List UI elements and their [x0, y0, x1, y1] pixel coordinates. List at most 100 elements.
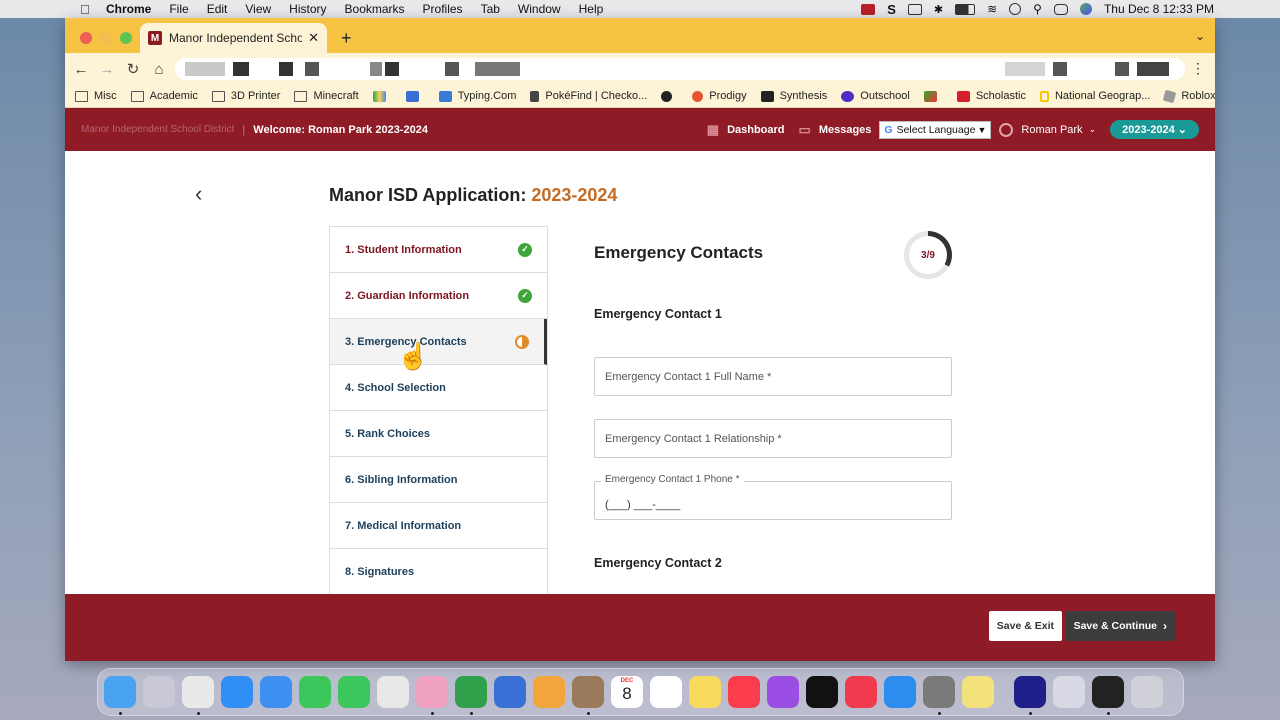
menu-history[interactable]: History	[289, 2, 326, 16]
contacts-icon[interactable]	[572, 676, 604, 708]
bookmark-prodigy[interactable]: Prodigy	[692, 90, 747, 102]
safari-icon[interactable]	[221, 676, 253, 708]
webex-icon[interactable]	[1014, 676, 1046, 708]
back-chevron-icon[interactable]: ‹	[195, 181, 202, 207]
bookmark-scholastic[interactable]: Scholastic	[956, 90, 1026, 102]
dashboard-link[interactable]: ▦ Dashboard	[707, 122, 785, 138]
bookmark-synthesis[interactable]: Synthesis	[760, 90, 827, 102]
bookmark-3d-printer[interactable]: 3D Printer	[211, 90, 280, 102]
wifi-icon[interactable]: ≋	[987, 2, 997, 16]
user-icon[interactable]	[1009, 3, 1022, 15]
bookmark-github[interactable]	[661, 90, 678, 102]
reminders-icon[interactable]	[650, 676, 682, 708]
contact-1-phone-input[interactable]: (___) ___-____	[605, 499, 680, 511]
home-icon[interactable]: ⌂	[146, 61, 172, 78]
step-sibling-information[interactable]: 6. Sibling Information	[330, 457, 547, 503]
contact-1-relationship-input[interactable]	[605, 432, 951, 445]
bookmark-typing[interactable]: Typing.Com	[438, 90, 516, 102]
step-student-information[interactable]: 1. Student Information ✓	[330, 227, 547, 273]
district-name[interactable]: Manor Independent School District	[81, 124, 234, 135]
bookmark-roblox[interactable]: Roblox	[1163, 89, 1215, 103]
messages-link[interactable]: ▭ Messages	[799, 122, 872, 138]
launchpad-icon[interactable]	[143, 676, 175, 708]
bookmark-outschool[interactable]: Outschool	[841, 90, 910, 102]
preview-icon[interactable]	[1053, 676, 1085, 708]
photos-icon[interactable]	[416, 676, 448, 708]
mail-icon[interactable]	[260, 676, 292, 708]
bookmark-game[interactable]	[923, 90, 943, 102]
chrome-icon[interactable]	[182, 676, 214, 708]
bookmark-academic[interactable]: Academic	[130, 90, 198, 102]
menu-profiles[interactable]: Profiles	[423, 2, 463, 16]
music-icon[interactable]	[728, 676, 760, 708]
terminal-icon[interactable]	[1092, 676, 1124, 708]
news-icon[interactable]	[845, 676, 877, 708]
step-rank-choices[interactable]: 5. Rank Choices	[330, 411, 547, 457]
year-selector[interactable]: 2023-2024 ⌄	[1110, 120, 1199, 139]
browser-tab-active[interactable]: M Manor Independent School Dis ✕	[140, 23, 327, 53]
stickies-icon[interactable]	[962, 676, 994, 708]
scratch-icon[interactable]	[494, 676, 526, 708]
menu-file[interactable]: File	[169, 2, 188, 16]
appstore-icon[interactable]	[884, 676, 916, 708]
contact-1-name-input[interactable]	[605, 370, 951, 383]
maps-icon[interactable]	[377, 676, 409, 708]
battery-icon[interactable]	[955, 3, 976, 15]
spotlight-icon[interactable]: ⚲	[1033, 2, 1042, 16]
bookmark-minecraft[interactable]: Minecraft	[294, 90, 359, 102]
keynote-icon[interactable]	[533, 676, 565, 708]
new-tab-button[interactable]: +	[341, 28, 352, 49]
scratch-tray-icon[interactable]: S	[887, 2, 896, 17]
settings-icon[interactable]	[923, 676, 955, 708]
facetime-icon[interactable]	[299, 676, 331, 708]
address-bar[interactable]	[175, 58, 1185, 80]
forward-arrow-icon[interactable]: →	[94, 61, 120, 78]
menu-tab[interactable]: Tab	[481, 2, 500, 16]
menu-app-name[interactable]: Chrome	[106, 2, 151, 16]
classroom-icon[interactable]	[455, 676, 487, 708]
zoom-window-button[interactable]	[120, 32, 132, 44]
bookmark-meet[interactable]	[405, 90, 425, 102]
bookmark-pokefind[interactable]: PokéFind | Checko...	[530, 90, 647, 102]
record-icon[interactable]	[861, 3, 876, 15]
notes-icon[interactable]	[689, 676, 721, 708]
control-center-icon[interactable]	[1053, 3, 1068, 15]
menu-bookmarks[interactable]: Bookmarks	[345, 2, 405, 16]
menu-help[interactable]: Help	[579, 2, 604, 16]
contact-1-relationship-field[interactable]	[594, 419, 952, 458]
tab-close-icon[interactable]: ✕	[308, 30, 319, 46]
user-menu[interactable]: Roman Park ⌄	[1021, 124, 1096, 136]
language-select[interactable]: G Select Language ▼	[879, 120, 992, 139]
reload-icon[interactable]: ↻	[120, 60, 146, 78]
save-exit-button[interactable]: Save & Exit	[988, 611, 1062, 641]
bookmark-google-drive[interactable]	[372, 90, 392, 102]
tv-icon[interactable]	[806, 676, 838, 708]
contact-1-phone-field[interactable]: Emergency Contact 1 Phone * (___) ___-__…	[594, 474, 952, 520]
step-emergency-contacts[interactable]: 3. Emergency Contacts	[330, 319, 547, 365]
contact-1-name-field[interactable]	[594, 357, 952, 396]
finder-icon[interactable]	[104, 676, 136, 708]
calendar-icon[interactable]: DEC 8	[611, 676, 643, 708]
minimize-window-button[interactable]	[100, 32, 112, 44]
menu-edit[interactable]: Edit	[207, 2, 228, 16]
messages-icon[interactable]	[338, 676, 370, 708]
tab-search-chevron-icon[interactable]: ⌄	[1195, 29, 1205, 43]
step-medical-information[interactable]: 7. Medical Information	[330, 503, 547, 549]
step-signatures[interactable]: 8. Signatures	[330, 549, 547, 594]
browser-menu-icon[interactable]: ⋮	[1191, 60, 1205, 77]
bookmark-misc[interactable]: Misc	[75, 90, 117, 102]
podcasts-icon[interactable]	[767, 676, 799, 708]
bluetooth-icon[interactable]: ✱	[934, 3, 943, 16]
display-icon[interactable]	[907, 3, 922, 15]
close-window-button[interactable]	[80, 32, 92, 44]
trash-icon[interactable]	[1131, 676, 1163, 708]
back-arrow-icon[interactable]: ←	[68, 61, 94, 78]
save-continue-button[interactable]: Save & Continue ›	[1065, 611, 1175, 641]
apple-icon[interactable]: 	[80, 2, 94, 17]
menubar-clock[interactable]: Thu Dec 8 12:33 PM	[1104, 2, 1214, 16]
siri-icon[interactable]	[1079, 3, 1092, 15]
step-guardian-information[interactable]: 2. Guardian Information ✓	[330, 273, 547, 319]
menu-window[interactable]: Window	[518, 2, 561, 16]
bookmark-natgeo[interactable]: National Geograp...	[1039, 90, 1150, 102]
step-school-selection[interactable]: 4. School Selection	[330, 365, 547, 411]
